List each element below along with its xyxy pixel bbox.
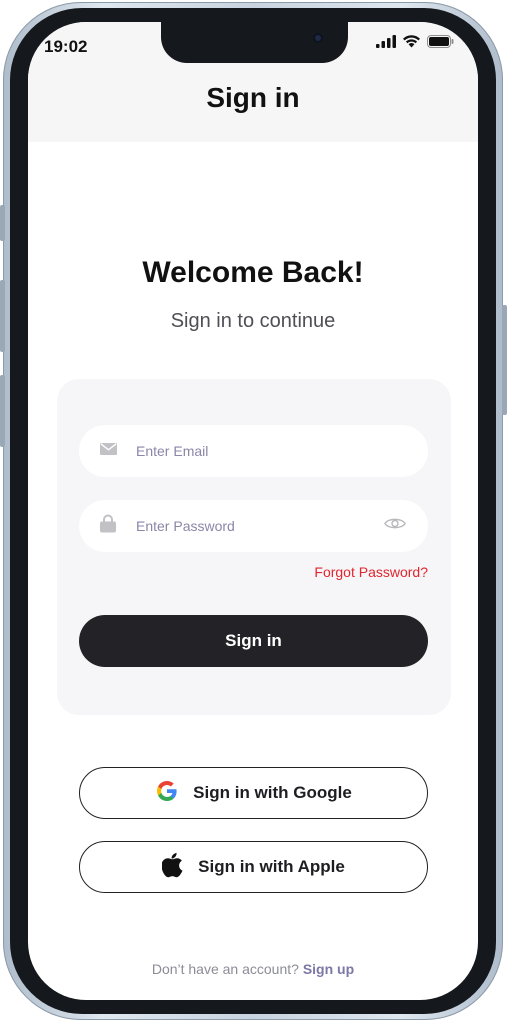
status-time: 19:02	[44, 37, 88, 56]
wifi-icon	[402, 34, 421, 53]
mute-switch	[0, 205, 5, 241]
apple-icon	[161, 852, 184, 883]
google-sign-in-button[interactable]: Sign in with Google	[79, 767, 428, 819]
status-icons	[376, 35, 454, 53]
sign-in-form-card: Forgot Password? Sign in	[57, 379, 451, 715]
phone-device: 19:02 Sign in Welcome Back! Sign in to c…	[0, 0, 507, 1024]
apple-sign-in-button[interactable]: Sign in with Apple	[79, 841, 428, 893]
volume-up-button	[0, 280, 5, 352]
apple-sign-in-label: Sign in with Apple	[198, 857, 345, 876]
forgot-password-link[interactable]: Forgot Password?	[314, 564, 428, 580]
app-screen: 19:02 Sign in Welcome Back! Sign in to c…	[28, 22, 478, 1000]
password-field[interactable]	[79, 500, 428, 552]
password-input[interactable]	[136, 500, 376, 552]
welcome-subtitle: Sign in to continue	[170, 310, 336, 332]
google-sign-in-label: Sign in with Google	[193, 783, 352, 802]
notch	[161, 22, 348, 63]
camera-icon	[313, 33, 323, 43]
sign-up-link[interactable]: Sign up	[303, 961, 354, 977]
email-field[interactable]	[79, 425, 428, 477]
battery-icon	[427, 35, 454, 53]
sign-up-prompt: Don’t have an account? Sign up	[28, 961, 478, 977]
sign-in-button[interactable]: Sign in	[79, 615, 428, 667]
page-title: Sign in	[206, 82, 300, 113]
google-icon	[155, 779, 179, 808]
eye-icon[interactable]	[384, 517, 406, 536]
email-input[interactable]	[136, 425, 376, 477]
volume-down-button	[0, 375, 5, 447]
power-button	[502, 305, 507, 415]
welcome-heading: Welcome Back!	[142, 256, 364, 289]
cellular-signal-icon	[376, 35, 396, 53]
sign-up-prompt-text: Don’t have an account?	[151, 961, 299, 977]
envelope-icon	[100, 442, 117, 460]
lock-icon	[100, 514, 116, 538]
